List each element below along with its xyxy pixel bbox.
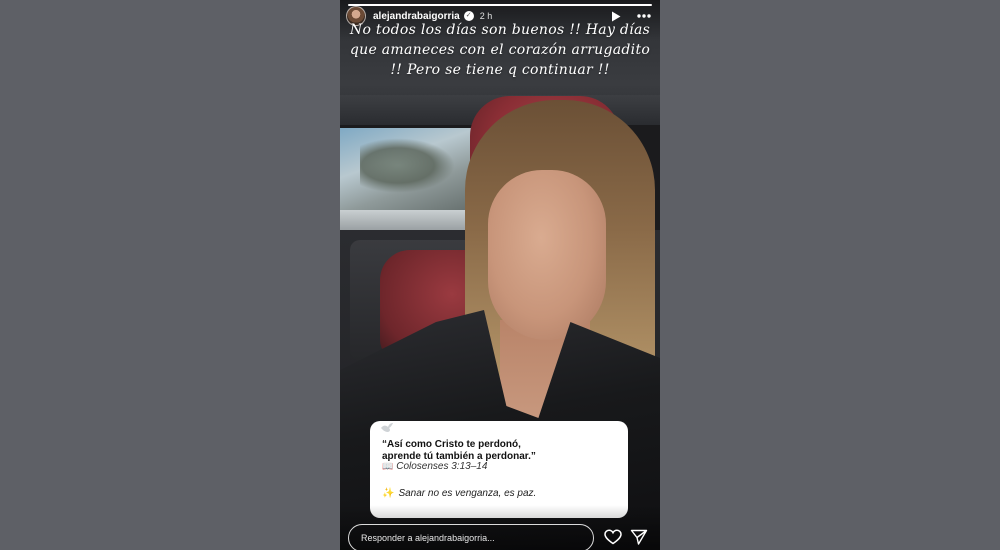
peace-text: Sanar no es venganza, es paz. [398, 488, 537, 499]
bible-reference: 📖 Colosenses 3:13–14 [382, 461, 487, 472]
book-icon: 📖 [382, 461, 394, 471]
sparkle-icon: ✨ [382, 488, 395, 499]
page: alejandrabaigorria ✓ 2 h No todos los dí… [0, 0, 1000, 550]
reference-text: Colosenses 3:13–14 [396, 461, 488, 472]
dove-icon [381, 423, 393, 432]
peace-message: ✨ Sanar no es venganza, es paz. [382, 488, 536, 499]
story-caption: No todos los días son buenos !! Hay días… [349, 22, 651, 78]
quote-line-1: “Así como Cristo te perdonó, [382, 439, 521, 450]
send-icon[interactable] [630, 529, 648, 545]
reply-placeholder: Responder a alejandrabaigorria... [361, 533, 495, 543]
person-face [488, 170, 606, 340]
story-viewer[interactable]: alejandrabaigorria ✓ 2 h No todos los dí… [340, 0, 660, 550]
reply-input[interactable]: Responder a alejandrabaigorria... [348, 524, 594, 550]
heart-icon[interactable] [604, 529, 622, 545]
window-scenery [360, 138, 455, 193]
quote-card: “Así como Cristo te perdonó, aprende tú … [370, 421, 628, 518]
